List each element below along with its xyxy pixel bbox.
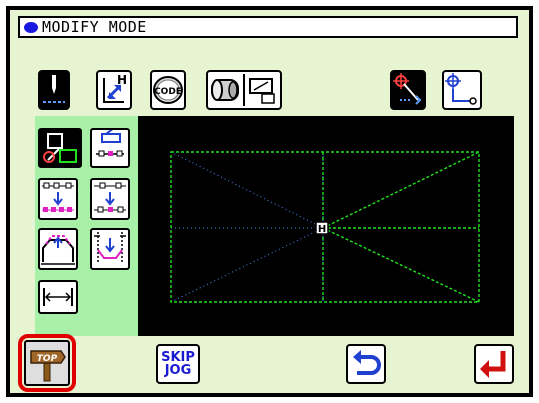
jump-lines: [170, 151, 324, 303]
insert-single-point-icon: [94, 182, 126, 213]
undo-button[interactable]: [346, 344, 386, 384]
move-section-icon: [41, 235, 75, 265]
move-home-button[interactable]: H: [96, 70, 132, 110]
undo-arrow-icon: [353, 350, 381, 375]
svg-text:H: H: [117, 73, 127, 87]
stitch-width-icon: [43, 288, 73, 306]
skip-jog-label: SKIP JOG: [161, 351, 195, 377]
jump-to-point-button[interactable]: [390, 70, 426, 110]
enter-button[interactable]: [474, 344, 514, 384]
needle-position-icon: [40, 72, 68, 108]
mode-indicator-icon: [24, 22, 38, 33]
insert-single-point-button[interactable]: [90, 178, 130, 220]
svg-text:TOP: TOP: [37, 354, 58, 364]
code-icon: CODE: [153, 76, 183, 104]
erase-point-icon: [96, 127, 124, 157]
insert-points-icon: [42, 182, 74, 212]
stitch-pattern-drawing: H: [170, 151, 480, 303]
mode-title-bar: MODIFY MODE: [18, 16, 518, 38]
move-to-point-button[interactable]: [442, 70, 482, 110]
home-marker-label: H: [318, 224, 326, 235]
jog-label: JOG: [164, 363, 192, 378]
erase-point-button[interactable]: [90, 127, 130, 168]
pattern-canvas[interactable]: H: [138, 116, 514, 336]
modify-pattern-button[interactable]: [38, 128, 82, 168]
svg-text:CODE: CODE: [154, 87, 182, 97]
modify-pattern-icon: [40, 130, 80, 166]
thread-frame-button[interactable]: [206, 70, 282, 110]
move-to-point-icon: [445, 73, 477, 105]
needle-position-button[interactable]: [38, 70, 70, 110]
move-section-button[interactable]: [38, 228, 78, 270]
signpost-icon: TOP: [30, 350, 66, 382]
move-home-icon: H: [103, 73, 127, 103]
enter-arrow-icon: [480, 351, 506, 378]
mode-title: MODIFY MODE: [42, 18, 147, 36]
top-button[interactable]: TOP: [24, 340, 70, 386]
insert-points-button[interactable]: [38, 178, 78, 220]
skip-jog-button[interactable]: SKIP JOG: [156, 344, 200, 384]
shift-section-button[interactable]: [90, 228, 130, 270]
code-button[interactable]: CODE: [150, 70, 186, 110]
jump-to-point-icon: [392, 72, 424, 108]
stitch-width-button[interactable]: [38, 280, 78, 314]
shift-section-icon: [94, 232, 126, 264]
thread-spool-icon: [211, 74, 275, 106]
